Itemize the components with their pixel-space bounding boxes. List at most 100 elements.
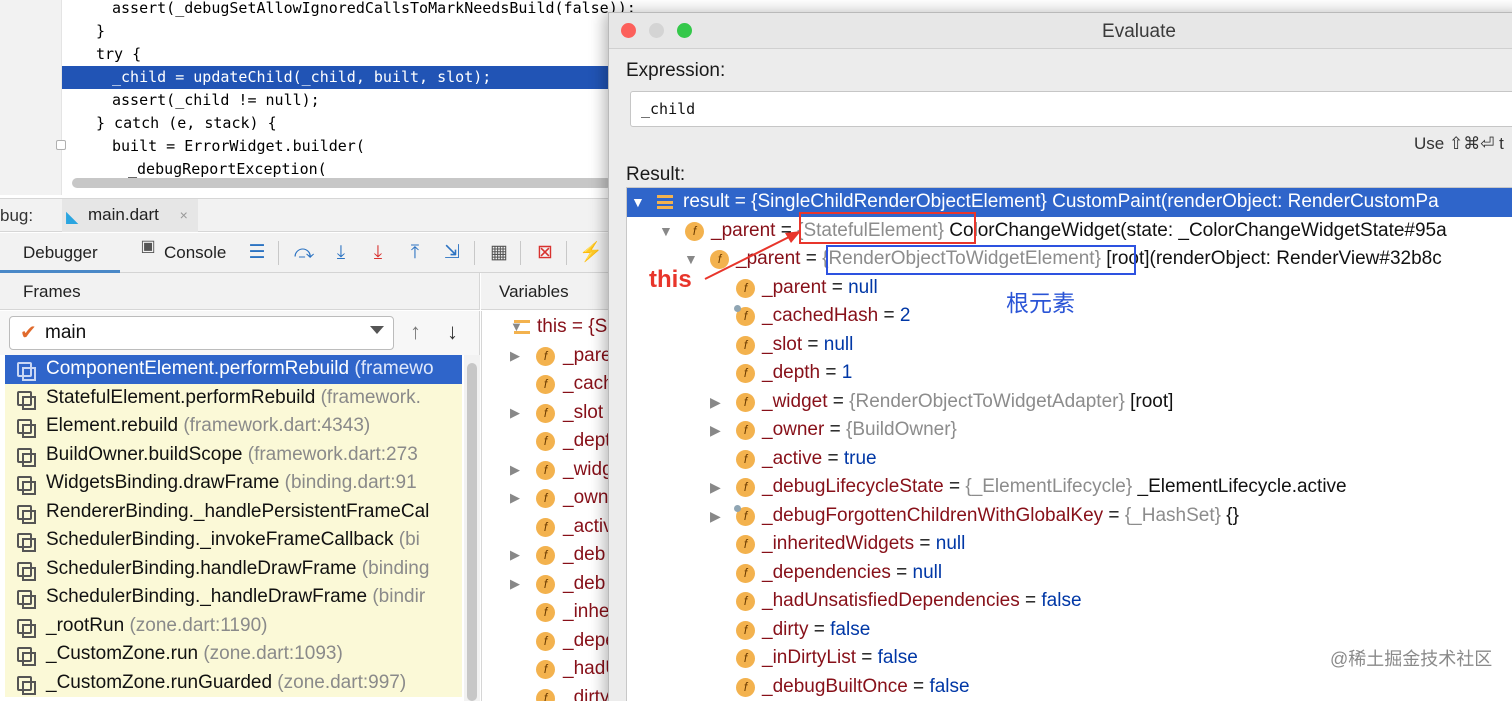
expand-icon[interactable]: ▶ [510, 570, 520, 598]
entry-equals: = [1019, 590, 1042, 611]
collapse-icon[interactable]: ▼ [659, 217, 673, 245]
expand-icon[interactable]: ▶ [710, 388, 721, 416]
frames-header: Frames [0, 273, 480, 310]
expand-icon[interactable]: ▶ [510, 484, 520, 512]
frame-row[interactable]: SchedulerBinding.handleDrawFrame (bindin… [5, 554, 462, 583]
variable-row[interactable]: f _dept [482, 427, 621, 456]
previous-frame-icon[interactable]: ↑ [410, 319, 421, 345]
frame-row[interactable]: SchedulerBinding._handleDrawFrame (bindi… [5, 583, 462, 612]
next-frame-icon[interactable]: ↓ [447, 319, 458, 345]
variable-row[interactable]: ▶ f _deb [482, 570, 621, 599]
stack-frame-icon [17, 561, 36, 581]
result-entry: _debugLifecycleState = {_ElementLifecycl… [762, 473, 1347, 501]
entry-equals: = [855, 647, 878, 668]
annotation-arrow [704, 231, 801, 280]
expand-icon[interactable]: ▶ [510, 342, 520, 370]
result-entry: _depth = 1 [762, 359, 852, 387]
result-entry: _hadUnsatisfiedDependencies = false [762, 587, 1082, 615]
entry-type: {RenderObjectToWidgetAdapter} [849, 390, 1125, 412]
expand-icon[interactable]: ▶ [710, 473, 721, 501]
variable-row[interactable]: f _dirty [482, 684, 621, 701]
expand-icon[interactable]: ▶ [510, 456, 520, 484]
field-icon: f [734, 305, 755, 326]
evaluate-icon[interactable]: ▦ [487, 241, 511, 265]
frames-vertical-scrollbar[interactable] [464, 355, 480, 701]
tab-main-dart[interactable]: ◣ main.dart × [62, 199, 198, 232]
variable-row[interactable]: ▶ f _pare [482, 342, 621, 371]
expand-icon[interactable]: ▶ [510, 541, 520, 569]
entry-name: result [683, 191, 730, 212]
frames-scroll-thumb[interactable] [467, 363, 477, 701]
frame-row[interactable]: _rootRun (zone.dart:1190) [5, 611, 462, 640]
variable-row[interactable]: f _hadU [482, 655, 621, 684]
result-entry: _owner = {BuildOwner} [762, 416, 957, 444]
result-row[interactable]: f _dependencies = null [627, 559, 1512, 588]
variable-row[interactable]: f _inhe [482, 598, 621, 627]
tab-console[interactable]: ▣ Console [136, 233, 226, 273]
frame-row[interactable]: StatefulElement.performRebuild (framewor… [5, 383, 462, 412]
entry-type: {_ElementLifecycle} [965, 476, 1133, 497]
result-row[interactable]: ▶ f _owner = {BuildOwner} [627, 416, 1512, 445]
expand-icon[interactable]: ▶ [710, 502, 721, 530]
step-over-icon[interactable]: ⤼ [292, 241, 316, 265]
result-row[interactable]: ▶ f _debugLifecycleState = {_ElementLifecy… [627, 473, 1512, 502]
result-row[interactable]: f _dirty = false [627, 616, 1512, 645]
variable-row[interactable]: ▶ f _deb [482, 541, 621, 570]
variable-row[interactable]: f _cach [482, 370, 621, 399]
result-row[interactable]: f _inheritedWidgets = null [627, 530, 1512, 559]
variable-row[interactable]: f _activ [482, 513, 621, 542]
frame-row[interactable]: _CustomZone.run (zone.dart:1093) [5, 640, 462, 669]
step-out-icon[interactable]: ⤒ [403, 241, 427, 265]
fold-marker-icon[interactable] [56, 140, 66, 150]
variable-row[interactable]: f _depe [482, 627, 621, 656]
variable-row[interactable]: ▶ f _slot [482, 399, 621, 428]
frame-row[interactable]: BuildOwner.buildScope (framework.dart:27… [5, 440, 462, 469]
list-icon [514, 320, 530, 334]
result-row[interactable]: ▼ result = {SingleChildRenderObjectElemen… [627, 188, 1512, 217]
result-entry: _widget = {RenderObjectToWidgetAdapter} … [762, 388, 1173, 416]
frame-row[interactable]: _CustomZone.runGuarded (zone.dart:997) [5, 668, 462, 697]
debug-tool-tabbar: bug: ◣ main.dart × [0, 198, 620, 232]
thread-dropdown[interactable]: ✔ main [9, 316, 394, 350]
frames-list[interactable]: ComponentElement.performRebuild (framewo… [0, 355, 462, 701]
menu-icon[interactable]: ☰ [245, 241, 269, 265]
frame-row[interactable]: SchedulerBinding._invokeFrameCallback (b… [5, 526, 462, 555]
run-to-cursor-icon[interactable]: ⇲ [440, 241, 464, 265]
step-into-icon[interactable]: ⤓ [329, 241, 353, 265]
entry-name: _owner [762, 419, 825, 440]
result-row[interactable]: f _debugBuiltOnce = false [627, 673, 1512, 701]
variables-header: Variables [481, 273, 621, 310]
force-step-into-icon[interactable]: ⤓ [366, 241, 390, 265]
result-row[interactable]: f _active = true [627, 445, 1512, 474]
expression-input[interactable]: _child [630, 91, 1512, 127]
drop-frame-icon[interactable]: ⊠ [533, 241, 557, 265]
field-icon: f [736, 592, 755, 611]
variables-list[interactable]: ▼ this = {S ▶ f _pare f _cach ▶ f _slot f _dept ▶ f _w… [481, 311, 621, 701]
editor-horizontal-scrollbar[interactable] [72, 178, 612, 188]
result-row[interactable]: ▶ f _debugForgottenChildrenWithGlobalKey =… [627, 502, 1512, 531]
result-entry: _active = true [762, 445, 877, 473]
dialog-titlebar[interactable]: Evaluate [609, 13, 1512, 49]
expand-icon[interactable]: ▶ [710, 416, 721, 444]
entry-value: true [843, 447, 877, 469]
close-tab-icon[interactable]: × [180, 207, 188, 223]
field-icon: f [536, 346, 555, 366]
collapse-icon[interactable]: ▼ [631, 188, 645, 216]
frame-location: (zone.dart:1093) [203, 643, 343, 664]
result-entry: _dependencies = null [762, 559, 942, 587]
expand-icon[interactable]: ▶ [510, 399, 520, 427]
flash-icon[interactable]: ⚡ [579, 241, 603, 265]
variable-row[interactable]: ▼ this = {S [482, 313, 621, 342]
result-row[interactable]: ▶ f _widget = {RenderObjectToWidgetAdapter… [627, 388, 1512, 417]
tab-debugger[interactable]: Debugger [0, 233, 120, 273]
frame-row[interactable]: WidgetsBinding.drawFrame (binding.dart:9… [5, 469, 462, 498]
frame-row[interactable]: ComponentElement.performRebuild (framewo [5, 355, 462, 384]
frame-row[interactable]: Element.rebuild (framework.dart:4343) [5, 412, 462, 441]
result-row[interactable]: f _slot = null [627, 331, 1512, 360]
frame-method: BuildOwner.buildScope [46, 443, 243, 465]
result-row[interactable]: f _depth = 1 [627, 359, 1512, 388]
variable-row[interactable]: ▶ f _own [482, 484, 621, 513]
result-row[interactable]: f _hadUnsatisfiedDependencies = false [627, 587, 1512, 616]
frame-row[interactable]: RendererBinding._handlePersistentFrameCa… [5, 497, 462, 526]
variable-row[interactable]: ▶ f _widg [482, 456, 621, 485]
